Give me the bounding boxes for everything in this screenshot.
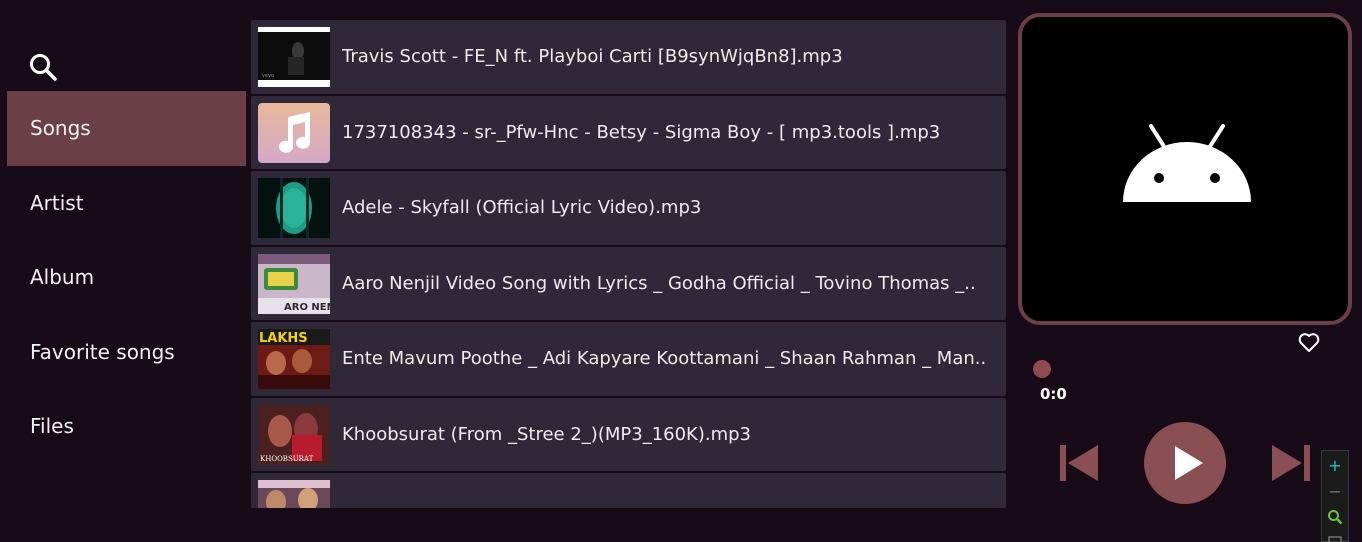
song-thumbnail: LAKHS — [258, 329, 330, 389]
sidebar-item-label: Files — [30, 414, 74, 439]
song-thumbnail — [258, 480, 330, 508]
favorite-button[interactable] — [1297, 330, 1321, 354]
skip-next-icon — [1272, 445, 1310, 481]
song-thumbnail: vevo — [258, 27, 330, 87]
seek-slider-thumb[interactable] — [1033, 360, 1051, 378]
svg-text:vevo: vevo — [262, 73, 274, 79]
elapsed-time: 0:0 — [1040, 385, 1067, 403]
search-button[interactable] — [28, 52, 60, 84]
svg-text:LAKHS: LAKHS — [259, 331, 308, 346]
sidebar-item-label: Artist — [30, 190, 84, 215]
song-list[interactable]: vevo Travis Scott - FE_N ft. Playboi Car… — [251, 20, 1006, 508]
music-player-app: Songs Artist Album Favorite songs Files — [0, 0, 1362, 542]
play-icon — [1175, 446, 1203, 480]
sidebar: Songs Artist Album Favorite songs Files — [0, 0, 250, 542]
search-icon — [30, 54, 57, 81]
song-title: Adele - Skyfall (Official Lyric Video).m… — [342, 197, 702, 219]
next-button[interactable] — [1270, 443, 1314, 483]
song-thumbnail: ARO NENJ — [258, 253, 330, 314]
nav-list: Songs Artist Album Favorite songs Files — [7, 91, 246, 464]
sidebar-item-label: Favorite songs — [30, 339, 175, 364]
song-title: Travis Scott - FE_N ft. Playboi Carti [B… — [342, 46, 843, 68]
skip-previous-icon — [1060, 445, 1098, 481]
song-row[interactable]: KHOOBSURAT Khoobsurat (From _Stree 2_)(M… — [251, 397, 1006, 471]
sidebar-item-favorite-songs[interactable]: Favorite songs — [7, 315, 246, 390]
song-title: Aaro Nenjil Video Song with Lyrics _ God… — [342, 272, 976, 294]
zoom-out-button[interactable]: − — [1322, 479, 1348, 503]
music-note-icon — [258, 102, 330, 163]
song-title: 1737108343 - sr-_Pfw-Hnc - Betsy - Sigma… — [342, 121, 941, 143]
android-icon — [1123, 124, 1251, 202]
album-art — [1018, 13, 1352, 325]
sidebar-item-songs[interactable]: Songs — [7, 91, 246, 166]
song-row[interactable]: 1737108343 - sr-_Pfw-Hnc - Betsy - Sigma… — [251, 95, 1006, 169]
zoom-fit-button[interactable] — [1322, 505, 1348, 529]
magnifier-icon — [1328, 510, 1343, 525]
song-title: Khoobsurat (From _Stree 2_)(MP3_160K).mp… — [342, 423, 752, 445]
zoom-in-button[interactable]: + — [1322, 453, 1348, 477]
sidebar-item-files[interactable]: Files — [7, 389, 246, 464]
song-title — [342, 473, 992, 508]
zoom-controls: + − — [1321, 450, 1349, 542]
previous-button[interactable] — [1056, 443, 1100, 483]
sidebar-item-artist[interactable]: Artist — [7, 166, 246, 241]
song-row[interactable]: ARO NENJ Aaro Nenjil Video Song with Lyr… — [251, 246, 1006, 320]
song-row[interactable]: LAKHS Ente Mavum Poothe _ Adi Kapyare Ko… — [251, 322, 1006, 396]
song-row[interactable] — [251, 473, 1006, 508]
image-icon — [1328, 536, 1342, 542]
svg-text:KHOOBSURAT: KHOOBSURAT — [260, 455, 314, 463]
sidebar-item-label: Album — [30, 265, 95, 290]
sidebar-item-album[interactable]: Album — [7, 240, 246, 315]
song-thumbnail: KHOOBSURAT — [258, 404, 330, 465]
play-button[interactable] — [1144, 422, 1226, 504]
song-thumbnail — [258, 102, 330, 163]
screenshot-button[interactable] — [1322, 529, 1348, 542]
song-row[interactable]: Adele - Skyfall (Official Lyric Video).m… — [251, 171, 1006, 245]
song-thumbnail — [258, 178, 330, 238]
svg-text:ARO NENJ: ARO NENJ — [284, 302, 330, 313]
song-row[interactable]: vevo Travis Scott - FE_N ft. Playboi Car… — [251, 20, 1006, 94]
heart-outline-icon — [1298, 333, 1320, 352]
sidebar-item-label: Songs — [30, 116, 91, 141]
song-title: Ente Mavum Poothe _ Adi Kapyare Koottama… — [342, 348, 987, 370]
